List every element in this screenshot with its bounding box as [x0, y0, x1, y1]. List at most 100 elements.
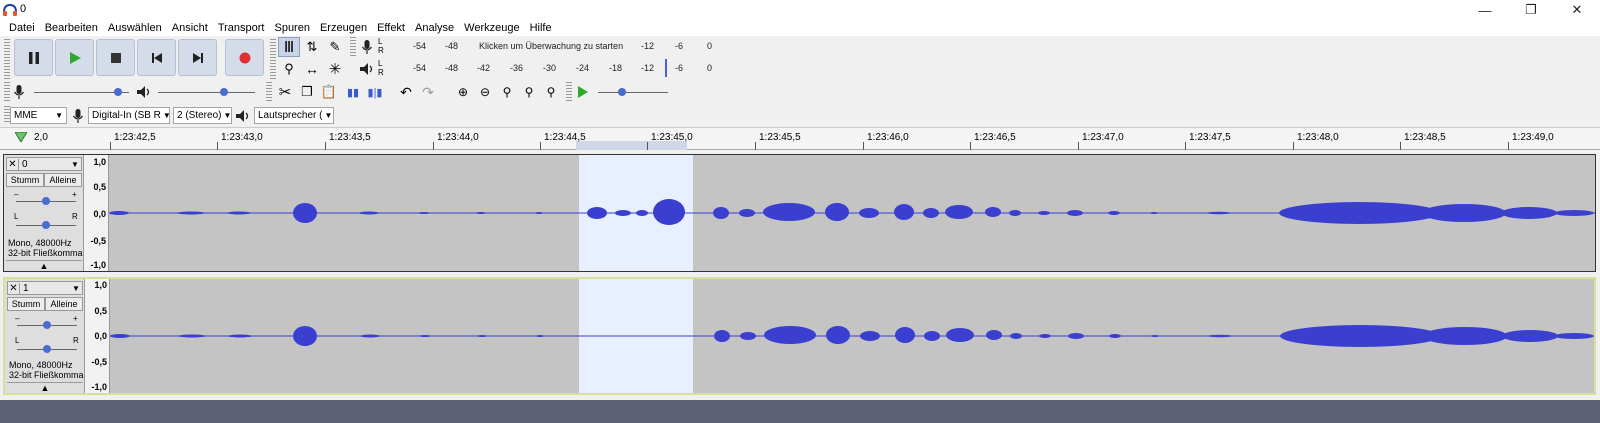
chevron-down-icon[interactable]: ▼ [70, 284, 82, 293]
redo-button[interactable]: ↷ [417, 82, 439, 102]
playback-volume-slider[interactable] [158, 92, 255, 93]
solo-button[interactable]: Alleine [44, 173, 82, 187]
undo-button[interactable]: ↶ [395, 82, 417, 102]
pan-slider-thumb[interactable] [43, 345, 51, 353]
toolbar-grip[interactable] [266, 82, 272, 102]
copy-button[interactable]: ❐ [296, 82, 318, 102]
mute-button[interactable]: Stumm [7, 297, 45, 311]
gain-slider-thumb[interactable] [43, 321, 51, 329]
menu-hilfe[interactable]: Hilfe [525, 20, 557, 36]
close-track-icon[interactable]: ✕ [7, 158, 19, 170]
skip-to-end-button[interactable] [178, 39, 217, 76]
ruler-tick [540, 142, 541, 150]
menu-analyse[interactable]: Analyse [410, 20, 459, 36]
empty-track-area[interactable] [0, 400, 1600, 423]
chevron-down-icon[interactable]: ▼ [69, 160, 81, 169]
lr-label: LR [378, 37, 384, 55]
collapse-track-button[interactable]: ▲ [7, 382, 83, 393]
zoom-tool-button[interactable]: ⚲ [278, 59, 300, 79]
waveform-display[interactable] [110, 279, 1594, 393]
gain-plus-label: + [72, 190, 77, 199]
track-name[interactable]: 0 [19, 159, 69, 170]
cut-button[interactable]: ✂ [274, 82, 296, 102]
record-button[interactable] [225, 39, 264, 76]
meter-start-monitoring-hint: Klicken um Überwachung zu starten [479, 41, 624, 51]
gain-slider-thumb[interactable] [42, 197, 50, 205]
menu-bearbeiten[interactable]: Bearbeiten [40, 20, 103, 36]
zoom-out-button[interactable]: ⊖ [474, 82, 496, 102]
trim-button[interactable]: ▮▮ [342, 82, 364, 102]
audio-track-1[interactable]: ✕ 1 ▼ Stumm Alleine – + L R Mono, 48000H… [3, 277, 1596, 395]
scale-label: 0,0 [94, 331, 107, 341]
pan-slider-thumb[interactable] [42, 221, 50, 229]
recording-device-select[interactable]: Digital-In (SB R▼ [88, 107, 170, 124]
mute-button[interactable]: Stumm [6, 173, 44, 187]
timeline-ruler[interactable]: 2,0 1:23:42,5 1:23:43,0 1:23:43,5 1:23:4… [0, 128, 1600, 150]
audio-host-select[interactable]: MME ▼ [10, 107, 67, 124]
stop-button[interactable] [96, 39, 135, 76]
envelope-tool-button[interactable]: ⇅ [301, 37, 323, 57]
track-control-panel[interactable]: ✕ 0 ▼ Stumm Alleine – + L R Mono, 48000H… [4, 155, 84, 271]
menu-erzeugen[interactable]: Erzeugen [315, 20, 372, 36]
close-button[interactable]: ✕ [1554, 0, 1600, 20]
track-header[interactable]: ✕ 0 ▼ [6, 157, 82, 171]
track-name[interactable]: 1 [20, 283, 70, 294]
fit-project-button[interactable]: ⚲ [518, 82, 540, 102]
pause-icon [28, 51, 39, 64]
toolbar-grip[interactable] [270, 39, 276, 79]
meter-label: -12 [641, 63, 655, 73]
track-control-panel[interactable]: ✕ 1 ▼ Stumm Alleine – + L R Mono, 48000H… [5, 279, 85, 393]
menu-transport[interactable]: Transport [213, 20, 270, 36]
recording-volume-thumb[interactable] [114, 88, 122, 96]
ruler-label: 2,0 [34, 132, 48, 143]
solo-button[interactable]: Alleine [45, 297, 83, 311]
menu-datei[interactable]: Datei [4, 20, 40, 36]
maximize-button[interactable]: ❐ [1508, 0, 1554, 20]
silence-button[interactable]: ▮|▮ [364, 82, 386, 102]
timeshift-tool-button[interactable]: ↔ [301, 59, 323, 79]
menu-effekt[interactable]: Effekt [372, 20, 410, 36]
waveform-display[interactable] [109, 155, 1595, 271]
close-track-icon[interactable]: ✕ [8, 282, 20, 294]
silence-icon: ▮|▮ [367, 86, 383, 99]
gain-minus-label: – [15, 314, 20, 323]
selection-tool-button[interactable]: Ⅲ [278, 37, 300, 57]
menu-werkzeuge[interactable]: Werkzeuge [459, 20, 524, 36]
toolbar-grip[interactable] [4, 82, 10, 102]
play-button[interactable] [55, 39, 94, 76]
track-buttons: Stumm Alleine [7, 297, 83, 311]
playback-meter[interactable]: -54 -48 -42 -36 -30 -24 -18 -12 -6 0 [387, 59, 717, 77]
ruler-tick [1078, 142, 1079, 150]
meter-label: -48 [445, 41, 459, 51]
menu-bar: Datei Bearbeiten Auswählen Ansicht Trans… [0, 20, 1600, 36]
minimize-button[interactable]: — [1462, 0, 1508, 20]
menu-spuren[interactable]: Spuren [269, 20, 314, 36]
track-header[interactable]: ✕ 1 ▼ [7, 281, 83, 295]
vertical-scale[interactable]: 1,0 0,5 0,0 -0,5 -1,0 [84, 155, 109, 271]
pause-button[interactable] [14, 39, 53, 76]
zoom-in-button[interactable]: ⊕ [452, 82, 474, 102]
zoom-toggle-button[interactable]: ⚲ [540, 82, 562, 102]
audio-track-0[interactable]: ✕ 0 ▼ Stumm Alleine – + L R Mono, 48000H… [3, 154, 1596, 272]
menu-ansicht[interactable]: Ansicht [167, 20, 213, 36]
multi-tool-button[interactable]: ✳ [324, 59, 346, 79]
play-speed-thumb[interactable] [618, 88, 626, 96]
playback-volume-thumb[interactable] [220, 88, 228, 96]
draw-tool-button[interactable]: ✎ [324, 37, 346, 57]
record-meter-button[interactable] [356, 37, 378, 57]
track-sample-format: 32-bit Fließkomma [9, 370, 84, 380]
playback-device-select[interactable]: Lautsprecher (▼ [254, 107, 334, 124]
paste-button[interactable]: 📋 [318, 82, 340, 102]
play-at-speed-button[interactable] [572, 82, 594, 102]
play-speed-slider[interactable] [598, 92, 668, 93]
toolbar-grip[interactable] [4, 39, 10, 79]
record-meter[interactable]: -54 -48 Klicken um Überwachung zu starte… [387, 40, 717, 54]
recording-channels-select[interactable]: 2 (Stereo) ▼ [173, 107, 232, 124]
fit-selection-button[interactable]: ⚲ [496, 82, 518, 102]
play-head-triangle-icon[interactable] [15, 132, 27, 142]
menu-auswaehlen[interactable]: Auswählen [103, 20, 167, 36]
vertical-scale[interactable]: 1,0 0,5 0,0 -0,5 -1,0 [85, 279, 110, 393]
playback-meter-button[interactable] [356, 59, 378, 79]
collapse-track-button[interactable]: ▲ [6, 260, 82, 271]
skip-to-start-button[interactable] [137, 39, 176, 76]
